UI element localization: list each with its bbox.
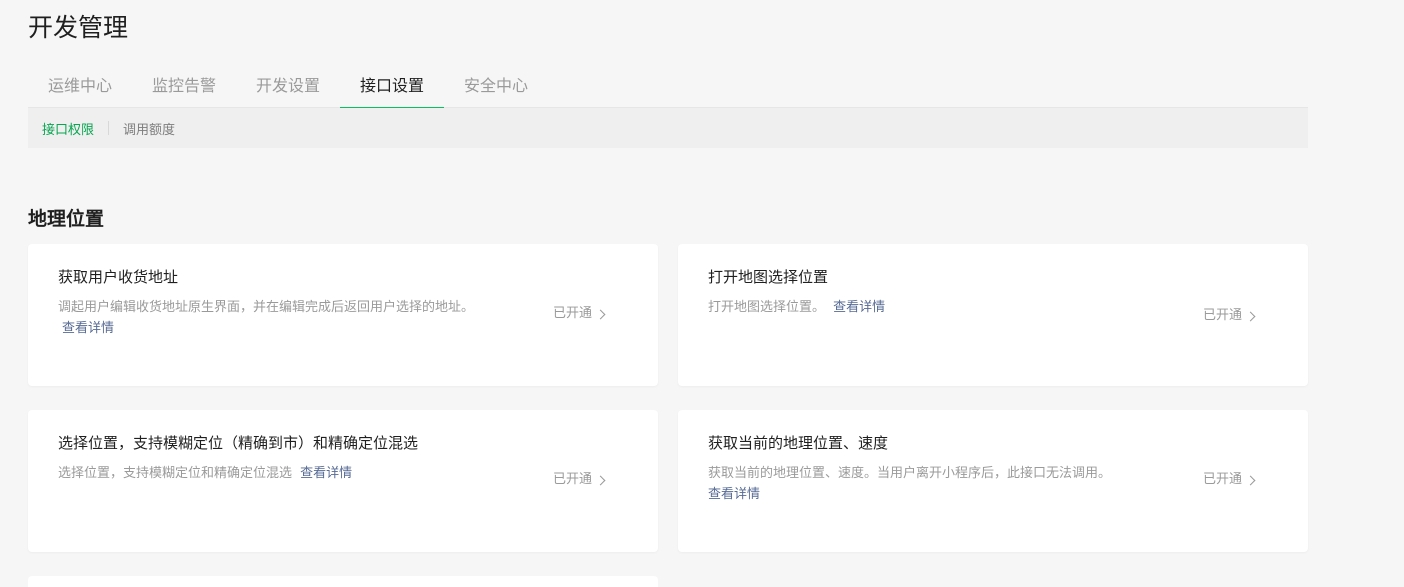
card-title: 获取用户收货地址 <box>58 268 179 286</box>
card-title: 选择位置，支持模糊定位（精确到市）和精确定位混选 <box>58 434 419 452</box>
tab-ops-center[interactable]: 运维中心 <box>28 68 132 108</box>
chevron-right-icon <box>595 475 606 485</box>
chevron-right-icon <box>595 309 606 319</box>
chevron-right-icon <box>1245 311 1256 321</box>
card-description: 调起用户编辑收货地址原生界面，并在编辑完成后返回用户选择的地址。 查看详情 <box>58 297 488 339</box>
sub-nav: 接口权限 调用额度 <box>28 108 1308 148</box>
subnav-call-quota[interactable]: 调用额度 <box>123 119 175 138</box>
card-description-text: 打开地图选择位置。 <box>708 300 826 315</box>
card-description: 获取当前的地理位置、速度。当用户离开小程序后，此接口无法调用。 查看详情 <box>708 463 1148 505</box>
tab-api-settings[interactable]: 接口设置 <box>340 68 444 109</box>
api-card-get-location: 获取当前的地理位置、速度 获取当前的地理位置、速度。当用户离开小程序后，此接口无… <box>678 410 1308 552</box>
page: 开发管理 运维中心 监控告警 开发设置 接口设置 安全中心 接口权限 调用额度 … <box>0 0 1404 587</box>
api-card-choose-location-fuzzy: 选择位置，支持模糊定位（精确到市）和精确定位混选 选择位置，支持模糊定位和精确定… <box>28 410 658 552</box>
subnav-api-permissions[interactable]: 接口权限 <box>42 119 94 138</box>
tab-security-center[interactable]: 安全中心 <box>444 68 548 108</box>
view-details-link[interactable]: 查看详情 <box>833 300 885 315</box>
card-title: 打开地图选择位置 <box>708 268 829 286</box>
chevron-right-icon <box>1245 475 1256 485</box>
view-details-link[interactable]: 查看详情 <box>300 466 352 481</box>
api-card-shipping-address: 获取用户收货地址 调起用户编辑收货地址原生界面，并在编辑完成后返回用户选择的地址… <box>28 244 658 386</box>
section-title: 地理位置 <box>28 208 105 230</box>
card-description-text: 调起用户编辑收货地址原生界面，并在编辑完成后返回用户选择的地址。 <box>58 300 475 315</box>
card-description-text: 选择位置，支持模糊定位和精确定位混选 <box>58 466 293 481</box>
status-enabled-link[interactable]: 已开通 <box>552 304 606 324</box>
view-details-link[interactable]: 查看详情 <box>62 321 114 336</box>
api-card-choose-location-map: 打开地图选择位置 打开地图选择位置。 查看详情 已开通 <box>678 244 1308 386</box>
status-enabled-link[interactable]: 已开通 <box>552 470 606 490</box>
status-enabled-link[interactable]: 已开通 <box>1202 306 1256 326</box>
tab-dev-settings[interactable]: 开发设置 <box>236 68 340 108</box>
card-description: 选择位置，支持模糊定位和精确定位混选 查看详情 <box>58 463 488 484</box>
status-label: 已开通 <box>552 306 592 321</box>
status-enabled-link[interactable]: 已开通 <box>1202 470 1256 490</box>
card-description: 打开地图选择位置。 查看详情 <box>708 297 1138 318</box>
status-label: 已开通 <box>1202 308 1242 323</box>
page-title: 开发管理 <box>28 13 129 42</box>
api-card-partial <box>28 576 658 587</box>
tab-monitoring-alerts[interactable]: 监控告警 <box>132 68 236 108</box>
card-description-text: 获取当前的地理位置、速度。当用户离开小程序后，此接口无法调用。 <box>708 466 1112 481</box>
status-label: 已开通 <box>1202 472 1242 487</box>
card-title: 获取当前的地理位置、速度 <box>708 434 889 452</box>
status-label: 已开通 <box>552 472 592 487</box>
subnav-divider <box>108 121 110 135</box>
view-details-link[interactable]: 查看详情 <box>708 487 760 502</box>
tab-bar: 运维中心 监控告警 开发设置 接口设置 安全中心 <box>28 68 1308 109</box>
